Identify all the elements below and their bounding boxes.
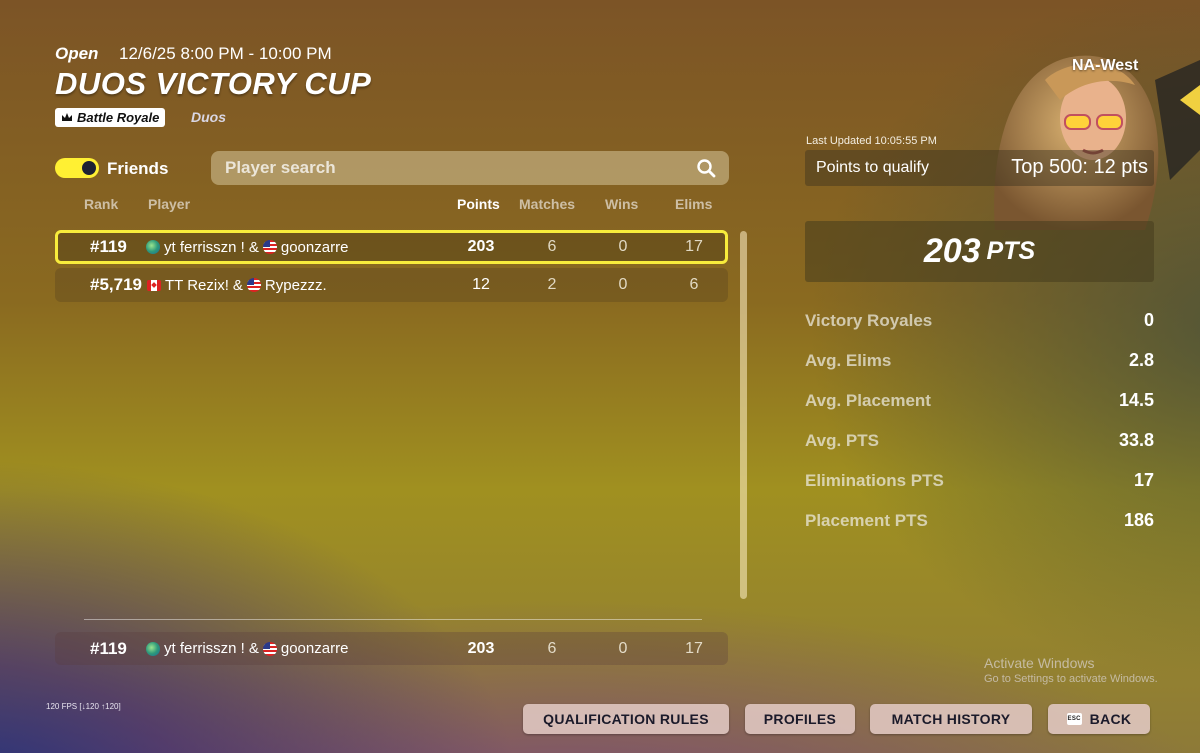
crown-icon (62, 113, 72, 121)
stat-label: Avg. PTS (805, 431, 879, 450)
row-wins: 0 (618, 639, 628, 657)
row-elims: 17 (685, 639, 703, 657)
stat-label: Victory Royales (805, 311, 933, 330)
player-separator: & (248, 238, 259, 256)
divider (84, 619, 702, 620)
globe-icon (146, 240, 160, 254)
my-team-row[interactable]: #119 yt ferrisszn ! & goonzarre 203 6 0 … (55, 632, 728, 665)
region-label: NA-West (1072, 57, 1139, 74)
stat-value: 17 (1133, 470, 1154, 490)
activation-watermark-subtitle: Go to Settings to activate Windows. (984, 673, 1158, 685)
row-elims: 17 (685, 238, 703, 255)
row-points: 203 (467, 238, 495, 255)
stat-label: Eliminations PTS (805, 471, 944, 490)
qualify-value: Top 500: 12 pts (1011, 156, 1148, 178)
player-one-name: TT Rezix! (165, 276, 229, 294)
col-header-rank: Rank (84, 196, 119, 212)
stat-label: Avg. Placement (805, 391, 931, 410)
col-header-player: Player (148, 196, 191, 212)
us-flag-icon (246, 278, 261, 292)
player-one-name: yt ferrisszn ! (164, 238, 245, 256)
row-wins: 0 (618, 276, 628, 293)
stat-value: 0 (1143, 310, 1154, 330)
stat-value: 2.8 (1128, 350, 1154, 370)
mode-badge: Battle Royale (55, 108, 166, 127)
us-flag-icon (262, 240, 277, 254)
team-type-label: Duos (191, 109, 226, 125)
row-matches: 6 (547, 639, 557, 657)
scrollbar[interactable] (740, 231, 747, 599)
col-header-matches[interactable]: Matches (519, 196, 575, 212)
qualification-rules-button[interactable]: QUALIFICATION RULES (523, 704, 729, 734)
row-matches: 2 (547, 276, 557, 293)
player-two-name: goonzarre (280, 640, 349, 657)
row-matches: 6 (547, 238, 557, 255)
row-player: yt ferrisszn ! & goonzarre (146, 632, 348, 665)
stat-value: 186 (1123, 510, 1154, 530)
mode-label: Battle Royale (77, 110, 160, 125)
row-rank: #119 (90, 638, 127, 658)
player-separator: & (248, 640, 259, 657)
row-player: yt ferrisszn ! & goonzarre (146, 233, 348, 261)
stat-label: Placement PTS (805, 511, 928, 530)
back-label: BACK (1089, 711, 1132, 727)
row-player: TT Rezix! & Rypezzz. (147, 268, 327, 302)
esc-key-icon: ESC (1066, 713, 1082, 725)
row-rank: #119 (90, 237, 127, 256)
col-header-points[interactable]: Points (457, 196, 500, 212)
search-input[interactable] (223, 157, 695, 179)
friends-toggle[interactable] (55, 158, 99, 178)
activation-watermark-title: Activate Windows (984, 655, 1095, 671)
fps-counter: 120 FPS [↓120 ↑120] (46, 702, 121, 711)
player-separator: & (232, 276, 243, 294)
event-status: Open (55, 44, 99, 63)
friends-label: Friends (107, 159, 169, 178)
row-rank: #5,719 (90, 275, 142, 294)
canada-flag-icon (147, 279, 161, 291)
total-points-unit: PTS (986, 237, 1036, 265)
col-header-elims[interactable]: Elims (675, 196, 712, 212)
player-one-name: yt ferrisszn ! (164, 640, 245, 657)
stat-value: 14.5 (1118, 390, 1154, 410)
col-header-wins[interactable]: Wins (605, 196, 638, 212)
us-flag-icon (262, 641, 277, 656)
table-row[interactable]: #119 yt ferrisszn ! & goonzarre 203 6 0 … (55, 230, 728, 264)
row-points: 12 (472, 276, 490, 293)
row-wins: 0 (618, 238, 628, 255)
row-points: 203 (467, 639, 495, 657)
search-icon[interactable] (695, 157, 717, 179)
row-elims: 6 (689, 276, 699, 293)
table-row[interactable]: #5,719 TT Rezix! & Rypezzz. 12 2 0 6 (55, 268, 728, 302)
toggle-knob (82, 161, 96, 175)
back-button[interactable]: ESC BACK (1048, 704, 1150, 734)
total-points-value: 203 (923, 232, 981, 270)
page-title: DUOS VICTORY CUP (55, 66, 372, 101)
qualify-label: Points to qualify (816, 159, 929, 176)
player-two-name: Rypezzz. (264, 276, 327, 294)
globe-icon (146, 641, 160, 656)
profiles-button[interactable]: PROFILES (745, 704, 855, 734)
stat-value: 33.8 (1118, 430, 1154, 450)
event-date-range: 12/6/25 8:00 PM - 10:00 PM (119, 44, 332, 63)
last-updated: Last Updated 10:05:55 PM (806, 135, 937, 147)
total-points-box: 203 PTS (805, 221, 1154, 282)
player-two-name: goonzarre (280, 238, 349, 256)
qualify-box: Points to qualify Top 500: 12 pts (805, 150, 1154, 186)
player-search (211, 151, 729, 185)
match-history-button[interactable]: MATCH HISTORY (870, 704, 1032, 734)
stat-label: Avg. Elims (805, 351, 892, 370)
